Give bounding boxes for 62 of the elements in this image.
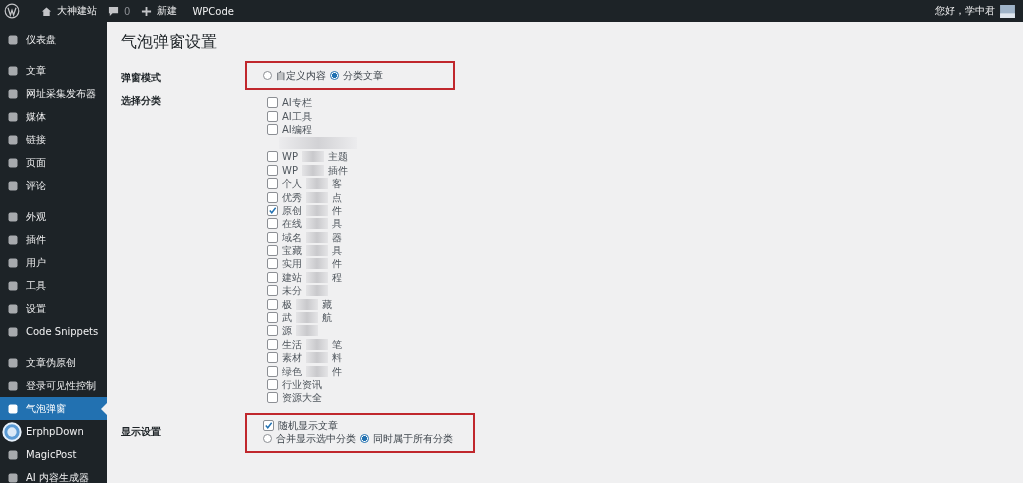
menu-item[interactable]: AI 内容生成器: [0, 466, 107, 483]
menu-item[interactable]: 链接: [0, 128, 107, 151]
assistant-icon[interactable]: [2, 421, 22, 442]
menu-item[interactable]: 插件: [0, 228, 107, 251]
new-link[interactable]: 新建: [157, 4, 178, 18]
menu-item[interactable]: 页面: [0, 151, 107, 174]
site-name-link[interactable]: 大神建站: [57, 4, 97, 18]
menu-item[interactable]: 媒体: [0, 105, 107, 128]
menu-item[interactable]: 评论: [0, 174, 107, 197]
category-checkbox[interactable]: 实用 件: [267, 257, 357, 271]
comment-count[interactable]: 0: [124, 5, 131, 17]
category-checkbox[interactable]: 极 藏: [267, 297, 357, 311]
category-checkbox[interactable]: 绿色 件: [267, 364, 357, 378]
menu-item[interactable]: 用户: [0, 251, 107, 274]
category-checkbox[interactable]: 素材 料: [267, 351, 357, 365]
category-checkbox[interactable]: 行业资讯: [267, 377, 357, 392]
radio-option[interactable]: 分类文章: [330, 69, 383, 82]
field-label: 显示设置: [121, 424, 162, 439]
random-checkbox[interactable]: 随机显示文章: [263, 418, 453, 432]
category-checkbox[interactable]: AI编程: [267, 122, 357, 137]
home-icon: [41, 5, 52, 17]
category-checkbox[interactable]: 个人 客: [267, 176, 357, 191]
menu-item[interactable]: 设置: [0, 297, 107, 320]
category-checkbox[interactable]: 优秀 点: [267, 190, 357, 204]
field-label: 弹窗模式: [121, 71, 162, 85]
radio-option[interactable]: 同时属于所有分类: [360, 431, 453, 445]
menu-item[interactable]: Code Snippets: [0, 320, 107, 343]
category-checkbox[interactable]: 在线 具: [267, 217, 357, 231]
wordpress-logo[interactable]: [4, 3, 20, 19]
field-label: 选择分类: [121, 94, 162, 108]
category-checkbox[interactable]: 源: [267, 324, 357, 338]
menu-item[interactable]: ErphpDown: [0, 420, 107, 443]
category-checkbox[interactable]: 宝藏 具: [267, 243, 357, 258]
menu-item[interactable]: MagicPost: [0, 443, 107, 466]
menu-item[interactable]: 登录可见性控制: [0, 374, 107, 397]
wpcode-link[interactable]: WPCode: [192, 5, 234, 17]
page-title: 气泡弹窗设置: [121, 32, 218, 53]
category-checkbox[interactable]: AI专栏: [267, 96, 357, 110]
category-checkbox[interactable]: 未分: [267, 284, 357, 298]
category-checkbox[interactable]: WP 主题: [267, 150, 357, 164]
radio-option[interactable]: 合并显示选中分类: [263, 431, 356, 445]
radio-option[interactable]: 自定义内容: [263, 69, 326, 82]
menu-item[interactable]: 网址采集发布器: [0, 82, 107, 105]
plus-icon: [141, 5, 153, 17]
menu-item[interactable]: 文章伪原创: [0, 351, 107, 374]
category-checkbox[interactable]: 生活 笔: [267, 337, 357, 352]
menu-item[interactable]: 文章: [0, 59, 107, 82]
greeting-link[interactable]: 您好，学中君: [935, 4, 995, 18]
menu-item[interactable]: 工具: [0, 274, 107, 297]
menu-item[interactable]: 外观: [0, 205, 107, 228]
category-checkbox[interactable]: 建站 程: [267, 270, 357, 285]
avatar-icon[interactable]: [1000, 4, 1015, 18]
category-checkbox[interactable]: 原创 件: [267, 203, 357, 218]
menu-item[interactable]: 气泡弹窗: [0, 397, 107, 420]
category-checkbox[interactable]: AI工具: [267, 109, 357, 123]
category-checkbox[interactable]: 武 航: [267, 310, 357, 325]
category-checkbox[interactable]: 域名 器: [267, 230, 357, 244]
checkmark-icon: [268, 205, 277, 215]
checkmark-icon: [264, 420, 273, 430]
category-checkbox[interactable]: 资源大全: [267, 391, 357, 405]
menu-item[interactable]: 仪表盘: [0, 28, 107, 51]
category-checkbox[interactable]: WP 插件: [267, 163, 357, 177]
